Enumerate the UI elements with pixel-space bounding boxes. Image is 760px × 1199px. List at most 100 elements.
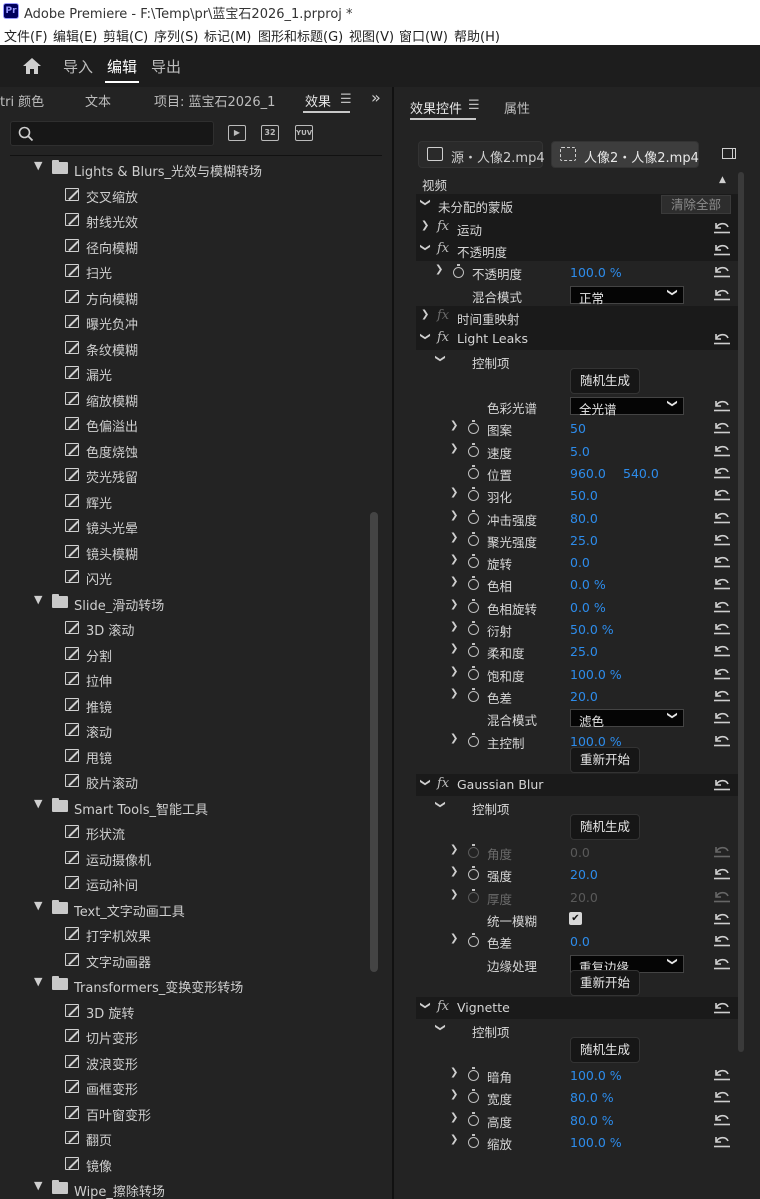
effect-item[interactable]: 曝光负冲 (0, 309, 370, 335)
param-value[interactable]: 960.0 (570, 466, 606, 481)
effect-item[interactable]: 百叶窗变形 (0, 1100, 370, 1126)
menu-file[interactable]: 文件(F) (4, 26, 48, 45)
param-value[interactable]: 0.0 % (570, 600, 606, 615)
expand-chevron-icon[interactable]: ❯ (450, 554, 458, 565)
source-clip-tab[interactable]: 源・人像2.mp4 (418, 141, 545, 168)
param-value[interactable]: 20.0 (570, 689, 598, 704)
reset-icon[interactable] (713, 1089, 731, 1103)
stopwatch-icon[interactable] (468, 1067, 479, 1081)
stopwatch-icon[interactable] (453, 264, 464, 279)
param-value[interactable]: 100.0 % (570, 667, 622, 682)
menu-markers[interactable]: 标记(M) (204, 26, 251, 45)
expand-chevron-icon[interactable]: ❯ (450, 420, 458, 431)
stopwatch-icon[interactable] (468, 598, 479, 613)
expand-chevron-icon[interactable]: ❯ (421, 309, 429, 320)
reset-icon[interactable] (713, 220, 731, 234)
effect-item[interactable]: 3D 旋转 (0, 998, 370, 1024)
expand-chevron-icon[interactable]: ❯ (450, 666, 458, 677)
param-value[interactable]: 0.0 (570, 934, 590, 949)
menu-help[interactable]: 帮助(H) (454, 26, 500, 45)
32bit-filter-icon[interactable]: 32 (261, 125, 279, 141)
param-value[interactable]: 100.0 % (570, 1068, 622, 1083)
expand-chevron-icon[interactable]: ❯ (450, 443, 458, 454)
expand-chevron-icon[interactable]: ❯ (450, 510, 458, 521)
effect-item[interactable]: 拉伸 (0, 666, 370, 692)
blend-mode-select[interactable]: 正常 ❯ (570, 285, 684, 306)
stopwatch-icon[interactable] (468, 844, 479, 858)
param-value[interactable]: 20.0 (570, 890, 598, 905)
effect-item[interactable]: 运动摄像机 (0, 845, 370, 871)
more-panels-chevron-icon[interactable]: » (371, 88, 381, 107)
reset-icon[interactable] (713, 287, 731, 301)
reset-icon[interactable] (713, 242, 731, 256)
blend-mode-select[interactable]: 滤色 ❯ (570, 709, 684, 729)
reset-icon[interactable] (713, 554, 731, 568)
menu-sequence[interactable]: 序列(S) (154, 26, 198, 45)
effect-item[interactable]: 缩放模糊 (0, 386, 370, 412)
reset-icon[interactable] (713, 1000, 731, 1014)
stopwatch-icon[interactable] (468, 420, 479, 435)
effect-item[interactable]: 推镜 (0, 692, 370, 718)
reset-icon[interactable] (713, 532, 731, 546)
effect-folder[interactable]: ▼ Text_文字动画工具 (0, 896, 370, 922)
stopwatch-icon[interactable] (468, 621, 479, 635)
effect-item[interactable]: 胶片滚动 (0, 768, 370, 794)
fx-icon[interactable]: fx (437, 330, 449, 345)
reset-icon[interactable] (713, 1067, 731, 1081)
home-icon[interactable] (21, 55, 43, 77)
stopwatch-icon[interactable] (468, 464, 479, 479)
collapse-video-icon[interactable]: ▲ (719, 175, 726, 185)
effect-item[interactable]: 运动补间 (0, 870, 370, 896)
expand-chevron-icon[interactable]: ❯ (450, 844, 458, 855)
reset-icon[interactable] (713, 643, 731, 657)
expand-chevron-icon[interactable]: ▼ (34, 975, 42, 988)
fx-icon[interactable]: fx (437, 241, 449, 256)
effect-item[interactable]: 色偏溢出 (0, 411, 370, 437)
menu-edit[interactable]: 编辑(E) (53, 26, 97, 45)
tab-properties[interactable]: 属性 (504, 98, 530, 117)
effect-item[interactable]: 径向模糊 (0, 233, 370, 259)
param-value[interactable]: 50.0 (570, 488, 598, 503)
tab-effect-controls[interactable]: 效果控件 (410, 98, 462, 117)
expand-chevron-icon[interactable]: ❯ (450, 889, 458, 900)
effect-item[interactable]: 色度烧蚀 (0, 437, 370, 463)
param-value[interactable]: 20.0 (570, 867, 598, 882)
effect-folder[interactable]: ▼ Smart Tools_智能工具 (0, 794, 370, 820)
expand-chevron-icon[interactable]: ❯ (450, 643, 458, 654)
reset-icon[interactable] (713, 844, 731, 858)
stopwatch-icon[interactable] (468, 1089, 479, 1104)
effect-item[interactable]: 滚动 (0, 717, 370, 743)
reset-icon[interactable] (713, 264, 731, 278)
effect-controls-scrollbar[interactable] (738, 172, 744, 1052)
restart-button[interactable]: 重新开始 (570, 746, 640, 773)
expand-chevron-icon[interactable]: ❯ (450, 1089, 458, 1100)
stopwatch-icon[interactable] (468, 643, 479, 658)
effect-folder[interactable]: ▼ Lights & Blurs_光效与模糊转场 (0, 156, 370, 182)
expand-chevron-icon[interactable]: ❯ (450, 576, 458, 587)
reset-icon[interactable] (713, 599, 731, 613)
expand-chevron-icon[interactable]: ❯ (420, 778, 431, 786)
stopwatch-icon[interactable] (468, 866, 479, 881)
param-value[interactable]: 25.0 (570, 533, 598, 548)
stopwatch-icon[interactable] (468, 554, 479, 569)
effect-item[interactable]: 分割 (0, 641, 370, 667)
effects-scrollbar[interactable] (370, 512, 378, 972)
blend-mode-select[interactable]: 全光谱 ❯ (570, 397, 684, 417)
param-value[interactable]: 80.0 (570, 511, 598, 526)
effect-folder[interactable]: ▼ Wipe_擦除转场 (0, 1176, 370, 1199)
param-value[interactable]: 0.0 (570, 555, 590, 570)
param-value[interactable]: 100.0 % (570, 265, 622, 280)
tab-text[interactable]: 文本 (85, 91, 111, 110)
effect-item[interactable]: 条纹模糊 (0, 335, 370, 361)
expand-chevron-icon[interactable]: ❯ (450, 1112, 458, 1123)
effect-item[interactable]: 镜头光晕 (0, 513, 370, 539)
effect-row[interactable]: ❯ fx Vignette (416, 997, 738, 1020)
effect-item[interactable]: 扫光 (0, 258, 370, 284)
reset-icon[interactable] (713, 956, 731, 970)
reset-icon[interactable] (713, 1112, 731, 1126)
menu-window[interactable]: 窗口(W) (399, 26, 448, 45)
expand-chevron-icon[interactable]: ❯ (450, 599, 458, 610)
param-value[interactable]: 100.0 % (570, 1135, 622, 1150)
randomize-button[interactable]: 随机生成 (570, 813, 640, 840)
tab-lumetri-color[interactable]: tri 颜色 (0, 91, 44, 110)
